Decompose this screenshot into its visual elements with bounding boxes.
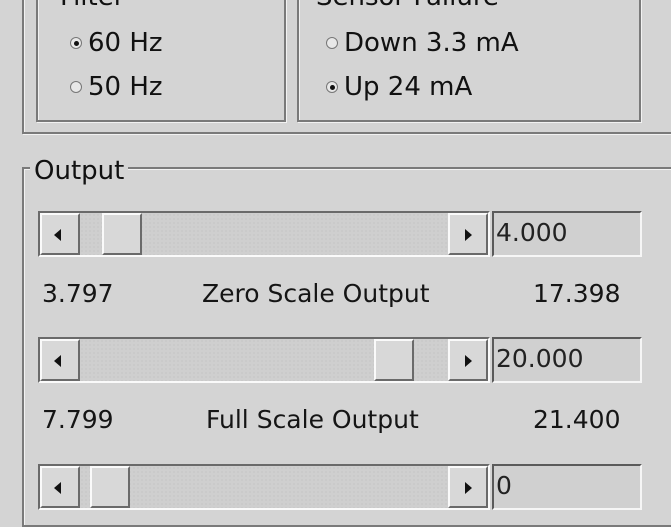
radio-selected-icon[interactable] <box>326 81 338 93</box>
zero-scale-max: 17.398 <box>533 279 621 308</box>
sensor-down-option[interactable]: Down 3.3 mA <box>326 28 519 58</box>
zero-scale-min: 3.797 <box>42 279 114 308</box>
full-scale-value-field[interactable]: 20.000 <box>492 337 642 383</box>
radio-unselected-icon[interactable] <box>326 37 338 49</box>
zero-scale-thumb[interactable] <box>102 213 142 255</box>
radio-unselected-icon[interactable] <box>70 81 82 93</box>
zero-scale-left-button[interactable] <box>40 213 80 255</box>
filter-60hz-option[interactable]: 60 Hz <box>70 28 163 58</box>
zero-scale-value-field[interactable]: 4.000 <box>492 211 642 257</box>
sensor-failure-legend: Sensor Failure <box>312 0 503 12</box>
arrow-right-icon <box>465 355 472 367</box>
filter-group <box>36 0 286 122</box>
zero-scale-label: Zero Scale Output <box>202 279 430 308</box>
sensor-up-label: Up 24 mA <box>344 72 473 102</box>
third-left-button[interactable] <box>40 466 80 508</box>
zero-scale-slider[interactable] <box>38 211 490 257</box>
full-scale-left-button[interactable] <box>40 339 80 381</box>
arrow-left-icon <box>54 482 61 494</box>
full-scale-max: 21.400 <box>533 405 621 434</box>
radio-selected-icon[interactable] <box>70 37 82 49</box>
full-scale-min: 7.799 <box>42 405 114 434</box>
full-scale-slider[interactable] <box>38 337 490 383</box>
arrow-right-icon <box>465 229 472 241</box>
third-slider[interactable] <box>38 464 490 510</box>
sensor-down-label: Down 3.3 mA <box>344 28 519 58</box>
filter-legend: Filter <box>56 0 129 12</box>
full-scale-label: Full Scale Output <box>206 405 419 434</box>
sensor-up-option[interactable]: Up 24 mA <box>326 72 472 102</box>
output-legend: Output <box>30 156 129 186</box>
sensor-failure-group <box>297 0 641 122</box>
arrow-right-icon <box>465 482 472 494</box>
arrow-left-icon <box>54 229 61 241</box>
zero-scale-right-button[interactable] <box>448 213 488 255</box>
filter-60hz-label: 60 Hz <box>88 28 163 58</box>
full-scale-right-button[interactable] <box>448 339 488 381</box>
arrow-left-icon <box>54 355 61 367</box>
filter-50hz-label: 50 Hz <box>88 72 163 102</box>
full-scale-thumb[interactable] <box>374 339 414 381</box>
filter-50hz-option[interactable]: 50 Hz <box>70 72 163 102</box>
third-thumb[interactable] <box>90 466 130 508</box>
third-right-button[interactable] <box>448 466 488 508</box>
third-value-field[interactable]: 0 <box>492 464 642 510</box>
